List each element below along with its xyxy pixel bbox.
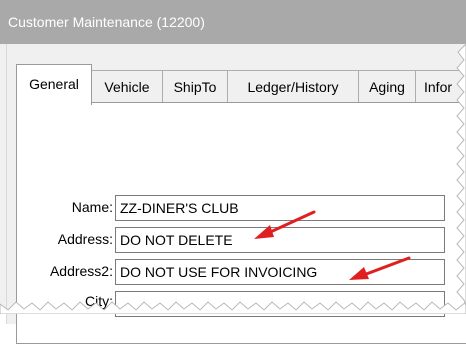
tab-ledger-history[interactable]: Ledger/History (227, 70, 359, 103)
tab-control: General Vehicle ShipTo Ledger/History Ag… (16, 64, 466, 344)
arrow-address-annotation (254, 210, 316, 239)
tab-aging[interactable]: Aging (358, 70, 416, 103)
tab-general[interactable]: General (16, 64, 92, 105)
window-title: Customer Maintenance (12200) (8, 14, 205, 30)
torn-edge-right-decoration (456, 44, 466, 306)
address-label: Address: (57, 231, 113, 247)
arrow-address2-annotation (349, 256, 411, 280)
tab-shipto[interactable]: ShipTo (162, 70, 228, 103)
title-bar[interactable]: Customer Maintenance (12200) (0, 0, 466, 44)
name-label: Name: (71, 199, 113, 215)
customer-maintenance-window: Customer Maintenance (12200) General Veh… (0, 0, 466, 344)
tab-vehicle[interactable]: Vehicle (91, 70, 163, 103)
torn-edge-decoration (0, 301, 466, 314)
address2-label: Address2: (49, 263, 113, 279)
